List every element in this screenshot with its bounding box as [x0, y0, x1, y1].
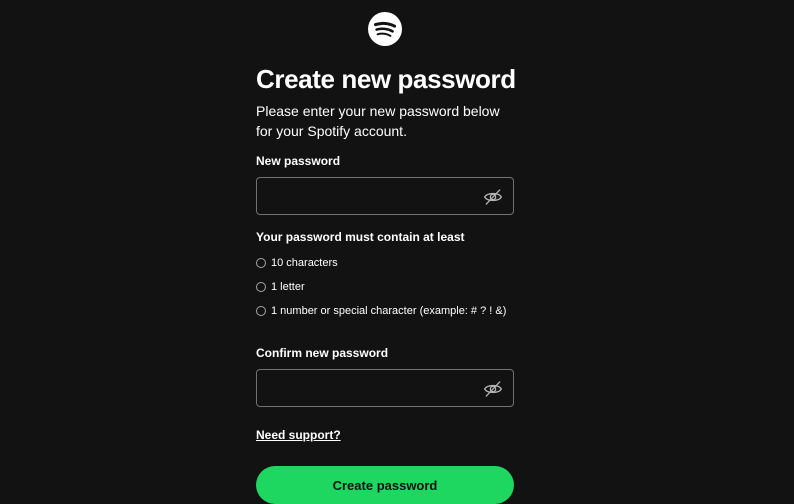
page-subtitle: Please enter your new password below for… — [256, 103, 500, 139]
requirement-label: 1 number or special character (example: … — [271, 305, 507, 317]
spotify-logo-icon — [368, 12, 402, 46]
requirement-item: 1 number or special character (example: … — [256, 299, 514, 323]
requirement-circle-icon — [256, 258, 266, 268]
requirement-item: 10 characters — [256, 251, 514, 275]
new-password-field — [256, 177, 514, 215]
requirement-circle-icon — [256, 282, 266, 292]
requirements-list: 10 characters 1 letter 1 number or speci… — [256, 251, 514, 323]
create-password-form: Create new password Please enter your ne… — [256, 62, 516, 504]
requirement-label: 10 characters — [271, 257, 338, 269]
requirement-item: 1 letter — [256, 275, 514, 299]
need-support-link[interactable]: Need support? — [256, 427, 341, 443]
eye-slash-icon[interactable] — [483, 187, 503, 207]
confirm-password-field — [256, 369, 514, 407]
confirm-password-input[interactable] — [257, 370, 513, 406]
confirm-password-label: Confirm new password — [256, 346, 389, 360]
create-password-button[interactable]: Create password — [256, 466, 514, 504]
requirements-title: Your password must contain at least — [256, 230, 465, 244]
eye-slash-icon[interactable] — [483, 379, 503, 399]
requirement-label: 1 letter — [271, 281, 305, 293]
page-title: Create new password — [256, 64, 516, 94]
new-password-input[interactable] — [257, 178, 513, 214]
new-password-label: New password — [256, 154, 341, 168]
requirement-circle-icon — [256, 306, 266, 316]
